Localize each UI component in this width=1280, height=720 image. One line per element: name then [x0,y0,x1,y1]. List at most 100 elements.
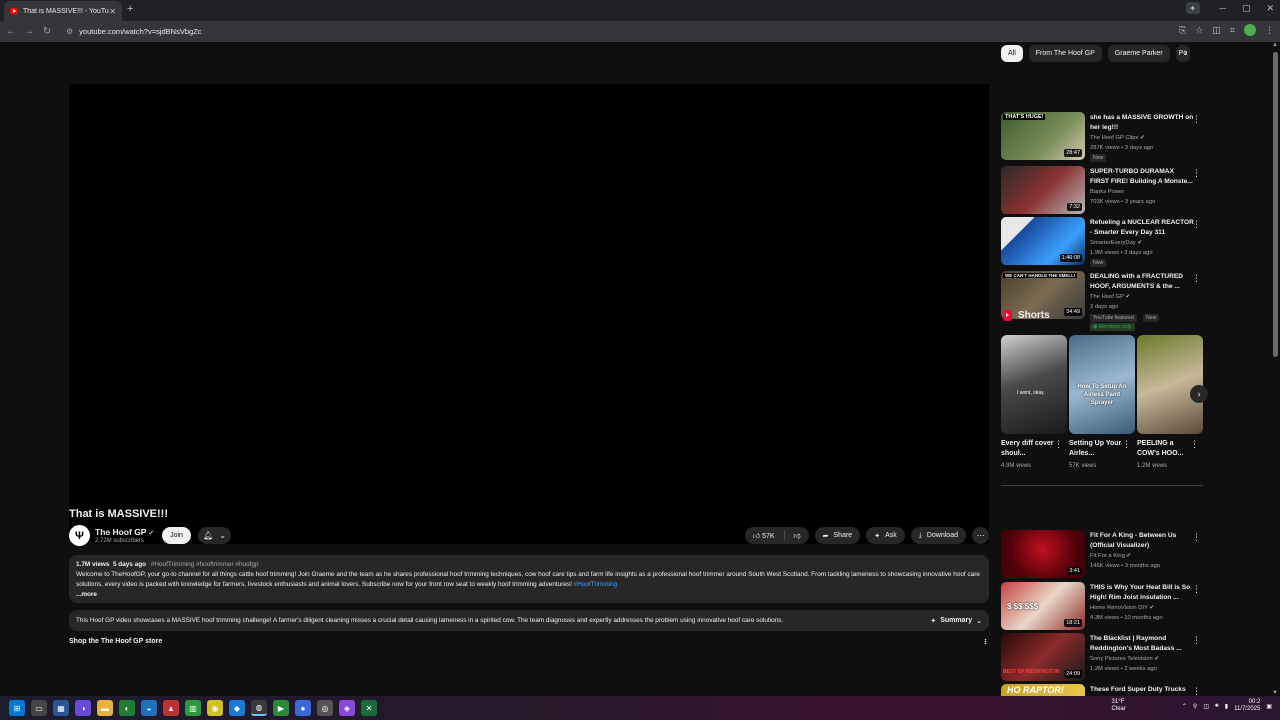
scroll-up-icon[interactable]: ▲ [1272,42,1278,48]
notifications-button[interactable]: 🔔︎ ⌄ [198,527,231,544]
weather-widget[interactable]: 31°F Clear [1112,699,1126,713]
ask-button[interactable]: ✦ Ask [866,527,905,544]
share-button[interactable]: ➦ Share [814,527,861,544]
install-icon[interactable]: ⎘ [1179,25,1186,36]
video-thumbnail[interactable]: THAT'S HUGE! 28:47 [1001,112,1085,160]
tab-search-icon[interactable]: ✦ [1185,2,1200,14]
forward-icon[interactable]: → [20,26,38,37]
kebab-menu-icon[interactable]: ⋮ [1192,532,1201,543]
video-thumbnail[interactable]: BEST OF REDDINGTON 24:09 [1001,633,1085,681]
network-icon[interactable]: ◫ [1203,703,1209,710]
short-thumbnail[interactable]: I went, okay. [1001,335,1067,434]
app-icon[interactable]: ◒ [141,700,157,716]
recommendation-item[interactable]: $ $$ $$$ 18:21 THIS is Why Your Heat Bil… [1001,582,1203,632]
tab-close-icon[interactable]: ✕ [109,7,116,16]
summary-button[interactable]: ✦ Summary ⌄ [930,617,982,625]
shorts-next-button[interactable]: › [1190,385,1208,403]
thumbs-down-icon[interactable]: 👎︎ [794,531,801,540]
recommendation-item[interactable]: HO RAPTOR! These Ford Super Duty Trucks … [1001,684,1203,696]
app-icon[interactable]: ◎ [317,700,333,716]
address-bar[interactable]: ⚙ youtube.com/watch?v=sjdBNsVbgZc [60,23,1212,40]
chip-from-channel[interactable]: From The Hoof GP [1028,45,1102,62]
app-icon[interactable]: ◉ [207,700,223,716]
recommendation-item[interactable]: WE CAN'T HANDLE THE SMELL! 34:49 DEALING… [1001,271,1203,333]
kebab-menu-icon[interactable]: ⋮ [1192,635,1201,646]
short-item[interactable]: PEELING a COW's HOO... 1.2M views ⋮ [1137,335,1203,475]
chrome-icon[interactable]: ◍ [251,700,267,716]
minimize-icon[interactable]: ─ [1220,3,1226,13]
description-box[interactable]: 1.7M views 5 days ago #HoofTrimming #hoo… [69,555,989,603]
maximize-icon[interactable]: ▢ [1242,3,1251,14]
recommendation-item[interactable]: THAT'S HUGE! 28:47 she has a MASSIVE GRO… [1001,112,1203,162]
excel-icon[interactable]: ▥ [185,700,201,716]
kebab-menu-icon[interactable]: ⋮ [1122,439,1131,450]
video-thumbnail[interactable]: HO RAPTOR! [1001,684,1085,696]
video-thumbnail[interactable]: 1:46:08 [1001,217,1085,265]
join-button[interactable]: Join [162,527,191,544]
extensions-icon[interactable]: ⌗ [1230,25,1235,36]
kebab-menu-icon[interactable]: ⋮ [1192,114,1201,125]
bookmark-star-icon[interactable]: ☆ [1195,25,1203,36]
back-icon[interactable]: ← [2,26,20,37]
store-menu-icon[interactable]: ⋮ [982,638,989,646]
video-thumbnail[interactable]: $ $$ $$$ 18:21 [1001,582,1085,630]
kebab-menu-icon[interactable]: ⋮ [1192,219,1201,230]
chip-graeme-parker[interactable]: Graeme Parker [1107,45,1170,62]
chip-all[interactable]: All [1001,45,1023,62]
kebab-menu-icon[interactable]: ⋮ [1054,439,1063,450]
kebab-menu-icon[interactable]: ⋮ [1192,584,1201,595]
channel-name[interactable]: The Hoof GP ✔ [95,527,154,537]
download-button[interactable]: ⤓ Download [910,527,966,544]
battery-icon[interactable]: ▮ [1225,703,1228,710]
kebab-menu-icon[interactable]: ⋮ [1190,439,1199,450]
browser-menu-icon[interactable]: ⋮ [1265,25,1274,36]
short-thumbnail[interactable]: How To Setup An Airless Paint Sprayer [1069,335,1135,434]
app-icon[interactable]: ▲ [163,700,179,716]
task-view-icon[interactable]: ▭ [31,700,47,716]
like-button[interactable]: 👍︎ 57K [753,531,775,540]
split-view-icon[interactable]: ◫ [1212,25,1221,36]
copilot-icon[interactable]: ◑ [75,700,91,716]
video-thumbnail[interactable]: 7:32 [1001,166,1085,214]
start-icon[interactable]: ⊞ [9,700,25,716]
app-icon[interactable]: ◈ [339,700,355,716]
recommendation-item[interactable]: 3:41 Fit For A King - Between Us (Offici… [1001,530,1203,580]
short-item[interactable]: How To Setup An Airless Paint Sprayer Se… [1069,335,1135,475]
chip-partial[interactable]: Po [1175,45,1190,62]
app-icon[interactable]: ◆ [229,700,245,716]
channel-avatar[interactable]: Ψ [69,525,90,546]
hashtag-link[interactable]: #HoofTrimming [574,581,617,588]
close-window-icon[interactable]: ✕ [1266,3,1274,14]
short-item[interactable]: I went, okay. Every diff cover shoul... … [1001,335,1067,475]
app-icon[interactable]: ▶ [273,700,289,716]
video-player[interactable] [69,84,989,544]
page-scrollbar[interactable]: ▲ ▼ [1271,42,1280,696]
clock[interactable]: 00:2 11/7/2025 [1234,699,1260,713]
profile-avatar[interactable] [1244,24,1256,36]
recommendation-item[interactable]: BEST OF REDDINGTON 24:09 The Blacklist |… [1001,633,1203,683]
recommendation-item[interactable]: 7:32 SUPER-TURBO DURAMAX FIRST FIRE! Bui… [1001,166,1203,216]
description-tags[interactable]: #HoofTrimming #hooftrimmer #hoofgp [151,561,259,568]
chevron-right-icon[interactable]: › [1184,47,1187,58]
app-icon[interactable]: ✕ [361,700,377,716]
browser-tab[interactable]: That is MASSIVE!!! - YouTube ✕ [4,1,122,21]
new-tab-icon[interactable]: + [127,3,133,15]
widgets-icon[interactable]: ▦ [53,700,69,716]
kebab-menu-icon[interactable]: ⋮ [1192,168,1201,179]
reload-icon[interactable]: ↻ [38,26,56,37]
video-thumbnail[interactable]: 3:41 [1001,530,1085,578]
volume-icon[interactable]: 🔊︎ [1215,703,1219,710]
kebab-menu-icon[interactable]: ⋮ [1192,273,1201,284]
app-icon[interactable]: ● [295,700,311,716]
show-more-link[interactable]: ...more [76,590,982,600]
file-explorer-icon[interactable]: ▬ [97,700,113,716]
scrollbar-thumb[interactable] [1273,52,1278,357]
tray-chevron-icon[interactable]: ⌃ [1182,703,1187,710]
notifications-icon[interactable]: ▣ [1266,703,1272,710]
recommendation-item[interactable]: 1:46:08 Refueling a NUCLEAR REACTOR - Sm… [1001,217,1203,267]
edge-icon[interactable]: ◐ [119,700,135,716]
site-info-icon[interactable]: ⚙ [66,27,73,36]
more-actions-button[interactable]: ⋯ [972,527,989,544]
short-thumbnail[interactable] [1137,335,1203,434]
kebab-menu-icon[interactable]: ⋮ [1192,686,1201,696]
